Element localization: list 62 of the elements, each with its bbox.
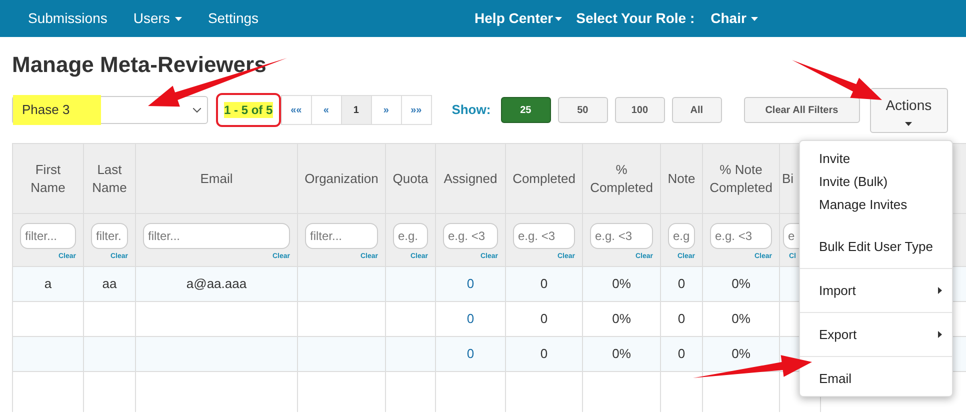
- actions-button[interactable]: Actions: [870, 88, 948, 132]
- column-header: Note: [666, 170, 696, 188]
- column-header: First Name: [30, 160, 66, 196]
- menu-item[interactable]: Invite (Bulk): [800, 170, 952, 193]
- filter-field[interactable]: filter...: [305, 223, 378, 249]
- column-header: Email: [199, 170, 234, 188]
- pagination-button[interactable]: «: [310, 95, 342, 125]
- nav-link[interactable]: Users: [133, 8, 182, 29]
- count-link[interactable]: 0: [466, 309, 474, 329]
- caret-icon: [905, 122, 912, 126]
- filter-field[interactable]: filter...: [20, 223, 76, 249]
- caret-icon: [174, 16, 182, 20]
- pagination-button[interactable]: »»: [400, 95, 432, 125]
- pagination-button[interactable]: »: [370, 95, 402, 125]
- pagination-button[interactable]: 1: [340, 95, 372, 125]
- filter-field[interactable]: e.g.: [393, 223, 428, 249]
- caret-right-icon: [938, 287, 942, 294]
- page-size-button[interactable]: All: [672, 97, 722, 123]
- column-header: % Completed: [589, 160, 654, 196]
- role-dropdown[interactable]: Chair: [710, 8, 758, 29]
- menu-item[interactable]: Bulk Edit User Type: [800, 235, 952, 258]
- filter-field[interactable]: e.g. <3: [513, 223, 575, 249]
- count-link[interactable]: 0: [466, 274, 474, 294]
- role-label: Select Your Role :: [576, 9, 695, 28]
- chevron-down-icon: [193, 108, 201, 112]
- column-header: Bi: [782, 170, 794, 188]
- table-cell: 0: [506, 337, 583, 372]
- page-size-button[interactable]: 100: [614, 97, 665, 123]
- filter-field[interactable]: filter.: [91, 223, 128, 249]
- caret-icon: [555, 16, 562, 20]
- page-title: Manage Meta-Reviewers: [12, 51, 266, 79]
- count-link[interactable]: 0: [466, 344, 474, 364]
- nav-link[interactable]: Submissions: [28, 8, 108, 29]
- menu-item[interactable]: Manage Invites: [800, 193, 952, 216]
- filter-field[interactable]: e.g. <3: [710, 223, 772, 249]
- result-count: 1 - 5 of 5: [224, 102, 273, 118]
- column-header: % Note Completed: [708, 160, 774, 196]
- nav-link[interactable]: Help Center: [474, 8, 562, 29]
- nav-link[interactable]: Settings: [208, 8, 259, 29]
- caret-right-icon: [938, 331, 942, 338]
- filter-field[interactable]: filter...: [143, 223, 290, 249]
- column-header: Quota: [392, 170, 430, 188]
- column-header: Organization: [304, 170, 380, 188]
- menu-item[interactable]: Import: [800, 279, 952, 302]
- column-header: Completed: [512, 170, 576, 188]
- page-size-button[interactable]: 25: [500, 97, 551, 123]
- menu-item[interactable]: Email: [800, 367, 952, 390]
- table-cell: 0: [661, 337, 703, 372]
- menu-item[interactable]: Export: [800, 323, 952, 346]
- pagination-button[interactable]: ««: [280, 95, 312, 125]
- filter-field[interactable]: e.g. <3: [590, 223, 653, 249]
- table-cell: 0%: [583, 337, 661, 372]
- column-header: Last Name: [91, 160, 128, 196]
- filter-field[interactable]: e.g. <3: [443, 223, 498, 249]
- caret-icon: [751, 16, 758, 20]
- filter-field[interactable]: e.g: [668, 223, 695, 249]
- clear-filters-button[interactable]: Clear All Filters: [744, 97, 860, 123]
- page-size-button[interactable]: 50: [558, 97, 608, 123]
- column-header: Assigned: [442, 170, 498, 188]
- menu-item[interactable]: Invite: [800, 147, 952, 170]
- phase-select[interactable]: Phase 3: [12, 96, 208, 124]
- show-label: Show:: [452, 101, 491, 120]
